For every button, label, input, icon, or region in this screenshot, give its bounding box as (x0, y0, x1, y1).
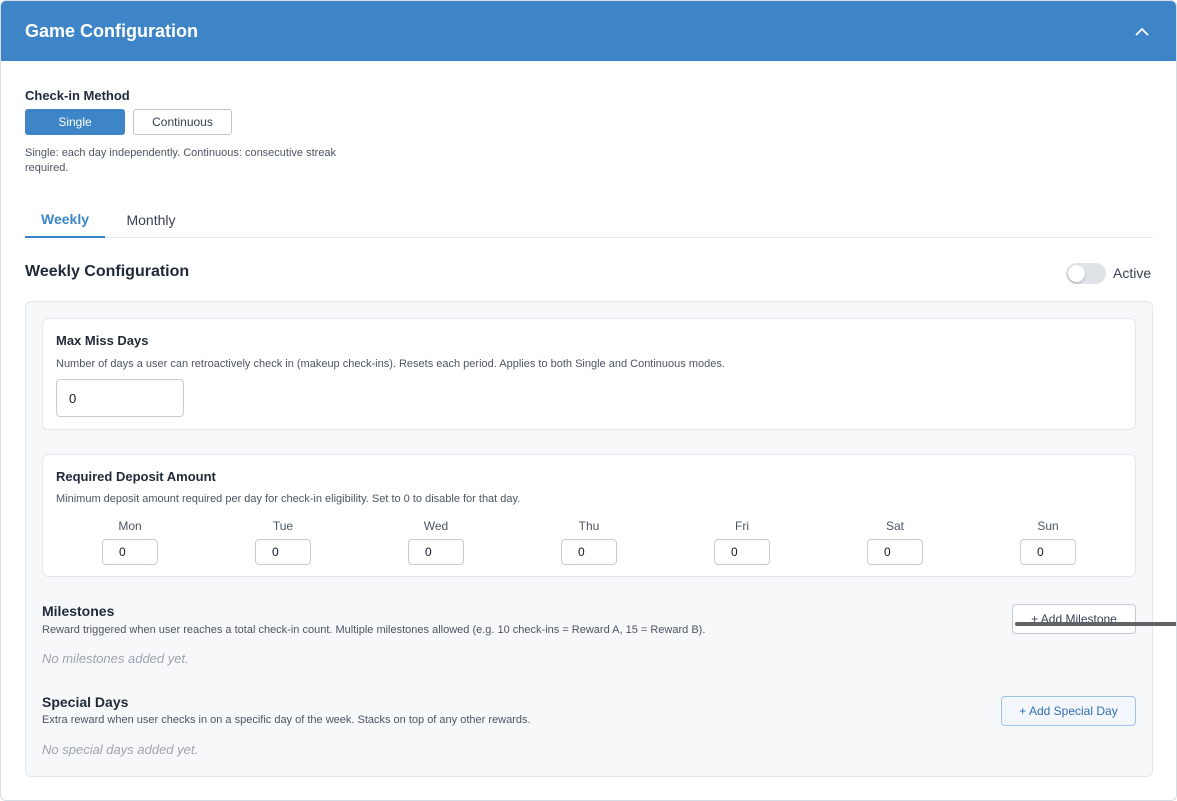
special-days-title: Special Days (42, 694, 129, 710)
deposit-input-tue[interactable]: 0 (255, 539, 311, 565)
add-special-day-button[interactable]: + Add Special Day (1001, 696, 1136, 726)
game-configuration-panel: Game Configuration Check-in Method Singl… (0, 0, 1177, 801)
weekly-configuration-title: Weekly Configuration (25, 263, 190, 280)
active-toggle[interactable] (1066, 263, 1106, 284)
day-label-tue: Tue (272, 519, 294, 533)
panel-header[interactable]: Game Configuration (1, 1, 1176, 61)
max-miss-days-description: Number of days a user can retroactively … (56, 358, 725, 370)
day-label-wed: Wed (423, 519, 449, 533)
milestones-empty-text: No milestones added yet. (42, 651, 189, 666)
drag-indicator (1015, 622, 1176, 626)
day-label-sat: Sat (885, 519, 904, 533)
checkin-help-line2: required. (25, 162, 69, 174)
tab-weekly[interactable]: Weekly (25, 201, 105, 238)
max-miss-days-input[interactable]: 0 (56, 379, 184, 417)
deposit-input-sat[interactable]: 0 (867, 539, 923, 565)
day-label-mon: Mon (118, 519, 142, 533)
add-milestone-button[interactable]: + Add Milestone (1012, 604, 1136, 634)
deposit-input-fri[interactable]: 0 (714, 539, 770, 565)
checkin-help-line1: Single: each day independently. Continuo… (25, 147, 337, 159)
day-label-sun: Sun (1037, 519, 1059, 533)
panel-title: Game Configuration (25, 20, 199, 41)
day-label-thu: Thu (578, 519, 600, 533)
milestones-description: Reward triggered when user reaches a tot… (42, 624, 706, 636)
required-deposit-description: Minimum deposit amount required per day … (56, 493, 521, 505)
special-days-empty-text: No special days added yet. (42, 742, 199, 757)
checkin-method-label: Check-in Method (25, 88, 130, 103)
deposit-input-mon[interactable]: 0 (102, 539, 158, 565)
deposit-input-thu[interactable]: 0 (561, 539, 617, 565)
required-deposit-title: Required Deposit Amount (56, 469, 216, 484)
toggle-knob (1068, 265, 1085, 282)
checkin-continuous-button[interactable]: Continuous (133, 109, 232, 135)
deposit-input-sun[interactable]: 0 (1020, 539, 1076, 565)
deposit-input-wed[interactable]: 0 (408, 539, 464, 565)
milestones-title: Milestones (42, 603, 115, 619)
max-miss-days-title: Max Miss Days (56, 333, 149, 348)
day-label-fri: Fri (735, 519, 749, 533)
max-miss-days-card (42, 318, 1136, 430)
active-toggle-label: Active (1113, 265, 1152, 281)
special-days-description: Extra reward when user checks in on a sp… (42, 714, 531, 726)
chevron-up-icon[interactable] (1132, 21, 1152, 41)
checkin-single-button[interactable]: Single (25, 109, 125, 135)
tab-monthly[interactable]: Monthly (113, 201, 189, 238)
period-tabs: Weekly Monthly (25, 201, 1153, 238)
